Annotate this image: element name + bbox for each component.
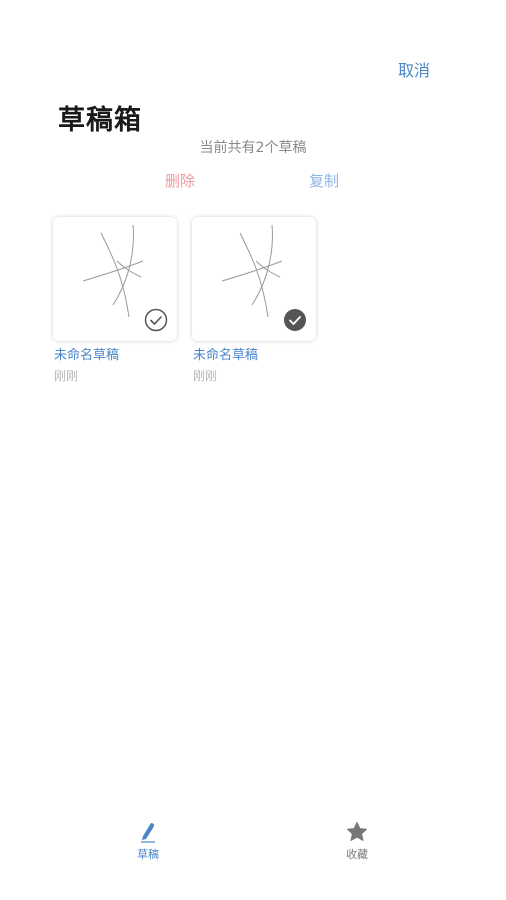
draft-card[interactable] — [192, 217, 316, 341]
cancel-button[interactable]: 取消 — [398, 57, 430, 81]
delete-button[interactable]: 删除 — [165, 170, 195, 191]
checked-circle-icon[interactable] — [283, 308, 307, 332]
drafts-screen: 取消 草稿箱 当前共有2个草稿 删除 复制 未命名草稿 刚刚 未命名草稿 刚刚 … — [0, 0, 506, 900]
draft-name[interactable]: 未命名草稿 — [193, 344, 258, 363]
draft-card[interactable] — [53, 217, 177, 341]
draft-time: 刚刚 — [193, 369, 218, 383]
star-icon — [347, 822, 367, 841]
draft-count-text: 当前共有2个草稿 — [199, 140, 307, 156]
tab-drafts[interactable]: 草稿 — [118, 812, 178, 862]
draft-name[interactable]: 未命名草稿 — [54, 344, 119, 363]
tab-favorites[interactable]: 收藏 — [327, 812, 387, 862]
unchecked-circle-icon[interactable] — [144, 308, 168, 332]
tab-favorites-label: 收藏 — [346, 848, 368, 861]
copy-button[interactable]: 复制 — [309, 170, 339, 191]
bottom-tab-bar: 草稿 收藏 — [0, 812, 506, 872]
page-title: 草稿箱 — [58, 105, 142, 136]
draft-time: 刚刚 — [54, 369, 79, 383]
tab-drafts-label: 草稿 — [137, 848, 159, 861]
pen-icon — [141, 823, 155, 843]
